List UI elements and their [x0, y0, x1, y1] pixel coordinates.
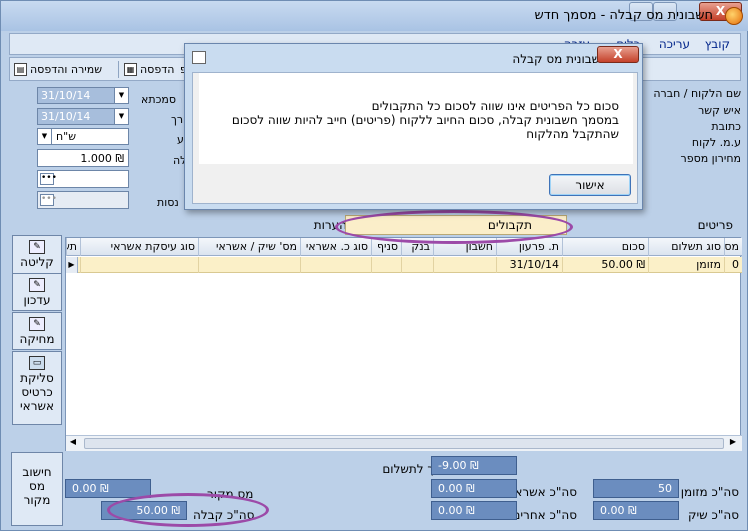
date-label: רך [171, 113, 184, 126]
withholding-tax-field: 0.00 ₪ [65, 479, 151, 498]
lookup-field-2[interactable]: ••• [37, 191, 129, 209]
dropdown-arrow-icon[interactable]: ▼ [114, 109, 128, 124]
horizontal-scrollbar[interactable]: ◀ ▶ [66, 435, 742, 451]
menu-edit[interactable]: עריכה [659, 37, 690, 51]
tab-receipts[interactable]: תקבולים [345, 215, 567, 235]
side-panel: ✎ קליטה ✎ עדכון ✎ מחיקה ▭ סליקת כרטיס אש… [9, 235, 63, 453]
dialog-message-line: במסמך חשבונית קבלה, סכום החיוב ללקוח (פר… [231, 113, 619, 127]
income-label: נסות [157, 196, 179, 209]
total-cash-field[interactable]: 50 [593, 479, 679, 498]
cell[interactable] [198, 257, 300, 273]
cell[interactable] [433, 257, 496, 273]
dialog-body: סכום כל הפריטים אינו שווה לסכום כל התקבו… [192, 72, 638, 204]
col-header[interactable]: ת. פרעון [496, 238, 562, 256]
tab-items[interactable]: פריטים [698, 218, 733, 232]
scrollbar-thumb[interactable] [84, 438, 724, 449]
lookup-field-1[interactable]: ••• [37, 170, 129, 188]
address-label: כתובת [711, 120, 741, 133]
col-header[interactable]: מס' [724, 238, 742, 256]
document-date-field[interactable]: 31/10/14 ▼ [37, 108, 129, 125]
customer-name-label: שם הלקוח / חברה [653, 87, 741, 100]
cell[interactable] [401, 257, 433, 273]
cell[interactable]: 31/10/14 [496, 257, 562, 273]
cell[interactable] [300, 257, 371, 273]
withholding-tax-label: מס מקור [207, 487, 254, 501]
title-bar: X חשבונית מס קבלה - מסמך חדש [1, 1, 748, 31]
dialog-window-icon [192, 51, 206, 64]
col-header[interactable]: תש [66, 238, 80, 256]
dialog-message-line: שהתקבל מהלקוח [526, 127, 619, 141]
balance-due-field: -9.00 ₪ [431, 456, 517, 475]
total-other-field: 0.00 ₪ [431, 501, 517, 520]
col-header[interactable]: סוג כ. אשראי [300, 238, 371, 256]
col-header[interactable]: חשבון [433, 238, 496, 256]
main-window: X חשבונית מס קבלה - מסמך חדש קובץ עריכה … [0, 0, 748, 531]
currency-label: ע [177, 133, 184, 146]
ellipsis-button[interactable]: ••• [40, 194, 57, 206]
dropdown-arrow-icon[interactable]: ▼ [114, 88, 128, 103]
col-header[interactable]: סניף [371, 238, 401, 256]
receive-button[interactable]: ✎ קליטה [12, 235, 62, 275]
currency-select[interactable]: ▼ ש"ח [37, 128, 129, 145]
dropdown-arrow-icon[interactable]: ▼ [38, 129, 52, 144]
grid-header: מס' סוג תשלום סכום ת. פרעון חשבון בנק סנ… [66, 238, 742, 256]
total-credit-label: סה"כ אשראי [511, 485, 577, 499]
total-check-field: 0.00 ₪ [593, 501, 679, 520]
total-receipt-label: סה"כ קבלה [193, 508, 255, 522]
dialog-message-line: סכום כל הפריטים אינו שווה לסכום כל התקבו… [371, 99, 619, 113]
edit-pencil-icon: ✎ [29, 317, 45, 331]
delete-button[interactable]: ✎ מחיקה [12, 312, 62, 350]
edit-pencil-icon: ✎ [29, 240, 45, 254]
receipts-grid: מס' סוג תשלום סכום ת. פרעון חשבון בנק סנ… [65, 237, 742, 451]
reference-label: סמכתא [141, 93, 177, 106]
save-print-button[interactable]: ▤ שמירה והדפסה [14, 61, 102, 78]
col-header[interactable]: סוג עיסקת אשראי [80, 238, 198, 256]
exchange-rate-field[interactable]: 1.000 ₪ [37, 149, 129, 167]
total-other-label: סה"כ אחרים [512, 508, 577, 522]
print-preview-icon: ▦ [124, 63, 137, 76]
cell[interactable] [371, 257, 401, 273]
edit-pencil-icon: ✎ [29, 278, 45, 292]
col-header[interactable]: סכום [562, 238, 648, 256]
table-row[interactable]: 0 מזומן 50.00 ₪ 31/10/14 [66, 257, 742, 273]
app-logo-icon [725, 7, 743, 25]
credit-card-icon: ▭ [29, 356, 45, 370]
menu-file[interactable]: קובץ [705, 37, 730, 51]
ok-button[interactable]: אישור [549, 174, 631, 196]
col-header[interactable]: סוג תשלום [648, 238, 724, 256]
col-header[interactable]: מס' שיק / אשראי [198, 238, 300, 256]
cell[interactable]: 50.00 ₪ [562, 257, 648, 273]
scroll-left-icon[interactable]: ◀ [66, 437, 80, 450]
dialog-message-area: סכום כל הפריטים אינו שווה לסכום כל התקבו… [199, 73, 633, 164]
cell[interactable]: מזומן [648, 257, 724, 273]
dialog-close-button[interactable]: X [597, 46, 639, 63]
row-selector-arrow-icon[interactable]: ▶ [66, 257, 78, 273]
print-button[interactable]: ▦ הדפסה [124, 61, 174, 78]
toolbar-separator [118, 61, 119, 78]
dialog-title: חשבונית מס קבלה [512, 52, 608, 66]
ellipsis-button[interactable]: ••• [40, 173, 57, 185]
update-button[interactable]: ✎ עדכון [12, 273, 62, 311]
tab-notes[interactable]: הערות [314, 218, 347, 232]
price-list-label: מחירון מספר [680, 152, 741, 165]
scroll-right-icon[interactable]: ▶ [726, 437, 740, 450]
printer-icon: ▤ [14, 63, 27, 76]
total-check-label: סה"כ שיק [687, 508, 739, 522]
credit-card-swipe-button[interactable]: ▭ סליקת כרטיס אשראי [12, 351, 62, 425]
reference-date-field[interactable]: 31/10/14 ▼ [37, 87, 129, 104]
message-dialog: חשבונית מס קבלה X סכום כל הפריטים אינו ש… [184, 43, 643, 210]
col-header[interactable]: בנק [401, 238, 433, 256]
cell[interactable]: 0 [724, 257, 742, 273]
total-credit-field: 0.00 ₪ [431, 479, 517, 498]
total-cash-label: סה"כ מזומן [680, 485, 739, 499]
window-title: חשבונית מס קבלה - מסמך חדש [534, 8, 713, 23]
withholding-tax-button[interactable]: חישוב מס מקור [11, 452, 63, 526]
cell[interactable] [80, 257, 198, 273]
vat-id-label: ע.מ. לקוח [691, 136, 741, 149]
contact-label: איש קשר [698, 104, 741, 117]
total-receipt-field: 50.00 ₪ [101, 501, 187, 520]
